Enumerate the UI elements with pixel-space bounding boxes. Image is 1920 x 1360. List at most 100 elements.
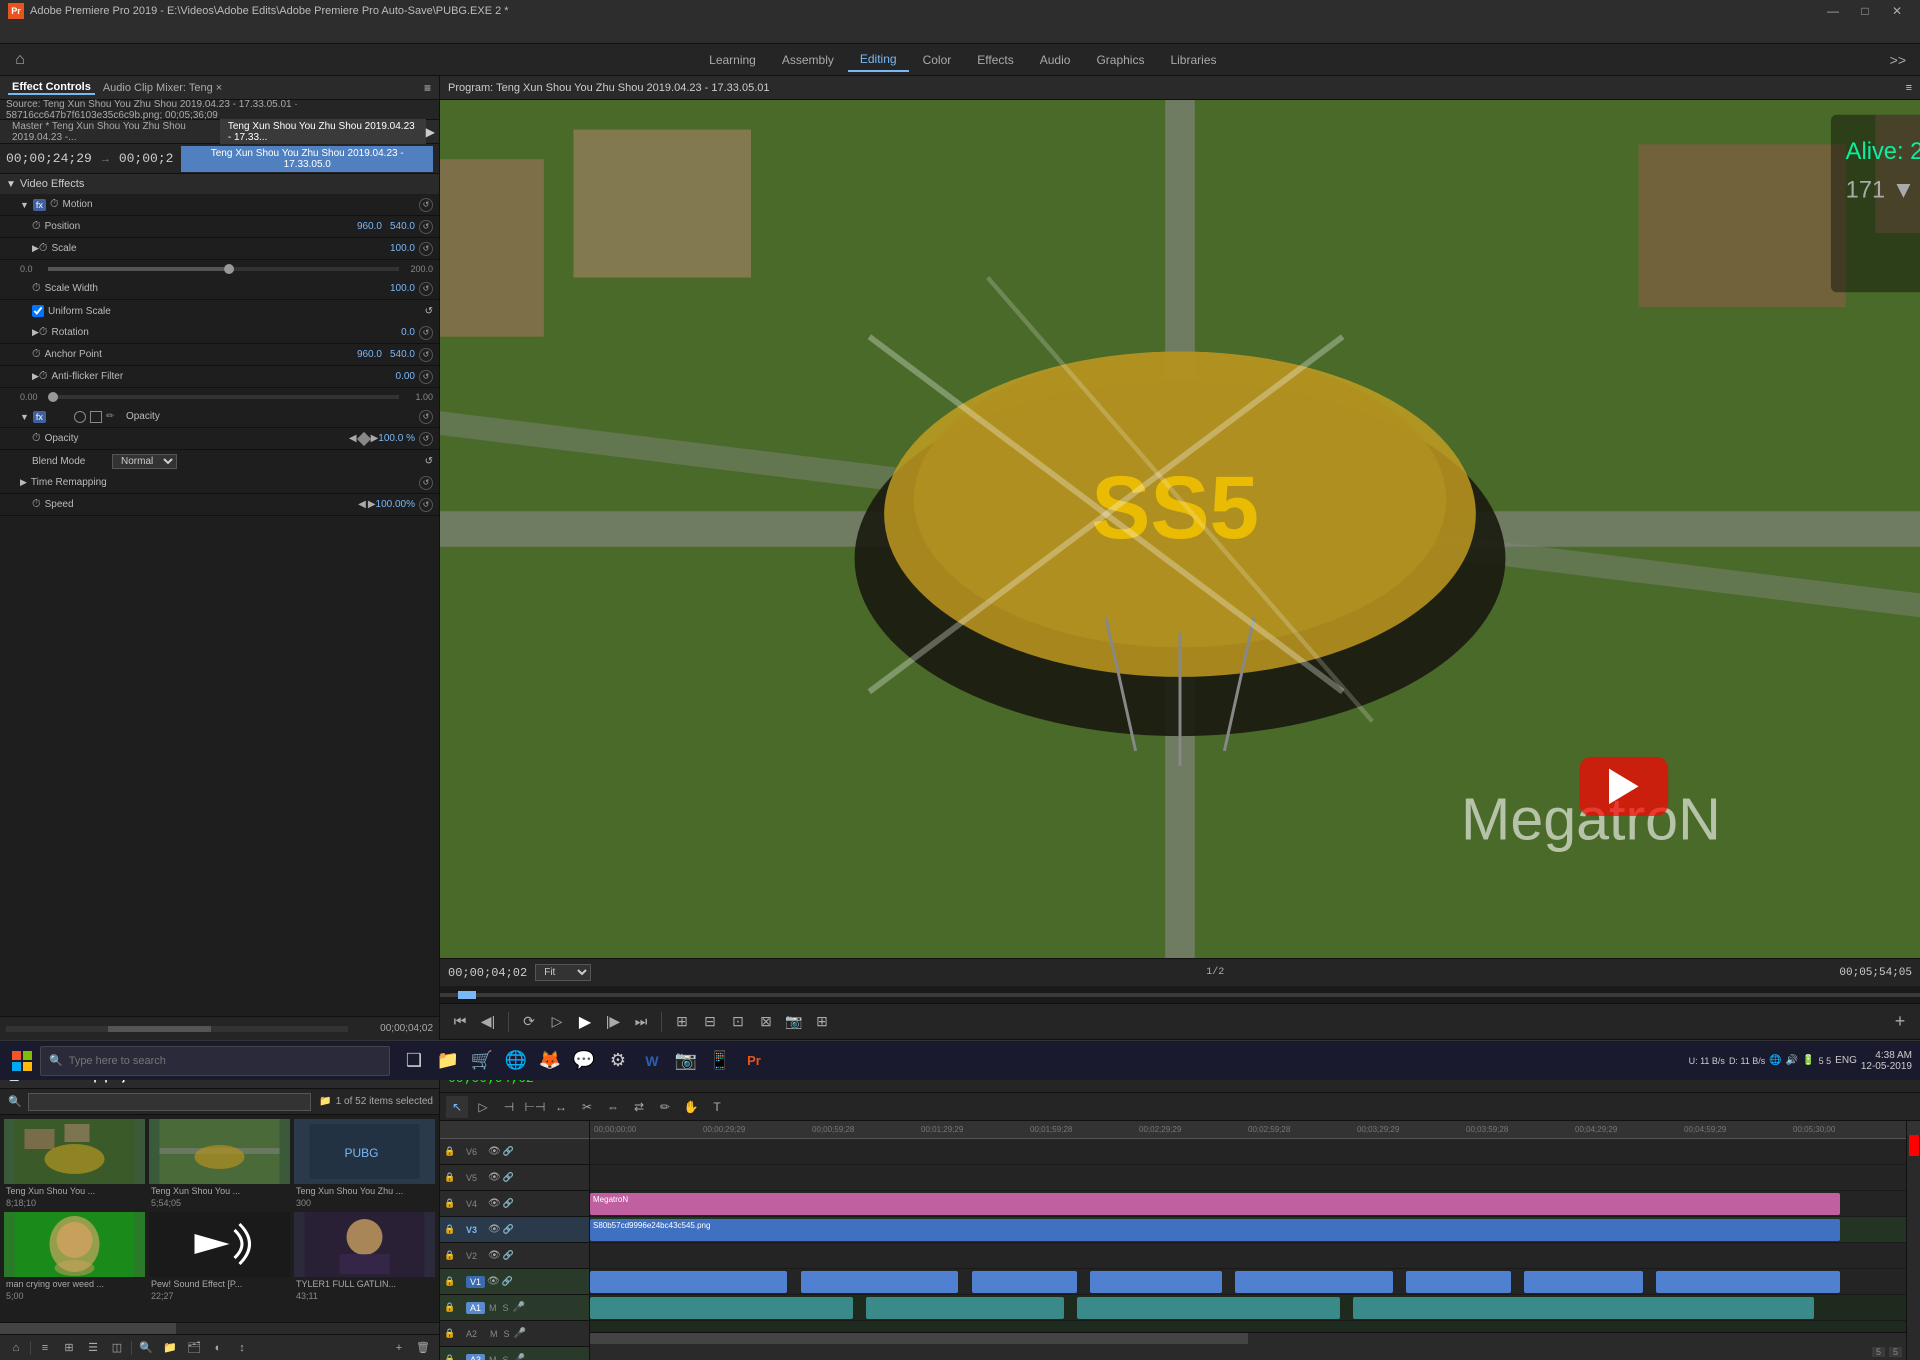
- clip-a1-1[interactable]: [590, 1297, 853, 1319]
- opacity-kf-next[interactable]: ▶: [371, 433, 379, 444]
- scale-thumb[interactable]: [224, 264, 234, 274]
- v1-lock[interactable]: 🔒: [444, 1276, 464, 1287]
- v6-label[interactable]: V6: [466, 1147, 486, 1157]
- opacity-kf-diamond[interactable]: [357, 431, 371, 445]
- scale-stopwatch[interactable]: ⏱: [39, 242, 48, 255]
- anchor-stopwatch[interactable]: ⏱: [32, 348, 41, 361]
- rotation-reset[interactable]: ↺: [419, 326, 433, 340]
- anti-flicker-stopwatch[interactable]: ⏱: [39, 370, 48, 383]
- clip-image[interactable]: S80b57cd9996e24bc43c545.png: [590, 1219, 1840, 1241]
- project-search-input[interactable]: [28, 1093, 311, 1111]
- nav-graphics[interactable]: Graphics: [1084, 49, 1156, 71]
- tray-network-icon[interactable]: 🌐: [1769, 1055, 1781, 1066]
- timecode-in[interactable]: 00;00;24;29: [6, 151, 92, 166]
- tab-audio-clip-mixer[interactable]: Audio Clip Mixer: Teng ×: [95, 82, 230, 94]
- tab-effect-controls[interactable]: Effect Controls: [8, 81, 95, 95]
- scrubber-playhead[interactable]: [458, 991, 476, 999]
- a2-label[interactable]: A2: [466, 1329, 486, 1339]
- clip-a1-4[interactable]: [1353, 1297, 1814, 1319]
- nav-more-icon[interactable]: >>: [1884, 52, 1912, 68]
- proj-search-icon[interactable]: 🔍: [6, 1093, 24, 1111]
- timeline-scrollbar-h[interactable]: [590, 1332, 1906, 1344]
- v5-label[interactable]: V5: [466, 1173, 486, 1183]
- tray-clock[interactable]: 4:38 AM 12-05-2019: [1861, 1050, 1912, 1072]
- video-effects-header[interactable]: ▼ Video Effects: [0, 174, 439, 194]
- project-scroll-handle[interactable]: [0, 1323, 176, 1334]
- taskbar-camera[interactable]: 📷: [670, 1041, 702, 1081]
- minimize-button[interactable]: —: [1818, 0, 1848, 22]
- v3-eye[interactable]: 👁: [488, 1224, 501, 1235]
- speed-kf-prev[interactable]: ◀: [358, 499, 366, 510]
- v1-eye[interactable]: 👁: [487, 1276, 500, 1287]
- scale-value[interactable]: 100.0: [390, 243, 415, 254]
- v2-lock[interactable]: 🔒: [444, 1250, 464, 1261]
- maximize-button[interactable]: □: [1850, 0, 1880, 22]
- tl-hand-tool[interactable]: ✋: [680, 1096, 702, 1118]
- taskbar-word[interactable]: W: [636, 1041, 668, 1081]
- a1-solo[interactable]: S: [501, 1303, 511, 1313]
- a2-lock[interactable]: 🔒: [444, 1328, 464, 1339]
- nav-learning[interactable]: Learning: [697, 49, 768, 71]
- taskbar-edge[interactable]: 🌐: [500, 1041, 532, 1081]
- master-tab[interactable]: Master * Teng Xun Shou You Zhu Shou 2019…: [4, 119, 220, 145]
- clip-v1-7[interactable]: [1524, 1271, 1642, 1293]
- a3-mic[interactable]: 🎤: [513, 1354, 525, 1360]
- opacity-pen-tool[interactable]: ✏: [106, 411, 118, 423]
- transport-lift[interactable]: ⊡: [726, 1010, 750, 1034]
- timecode-out[interactable]: 00;00;2: [119, 151, 174, 166]
- tl-slide-tool[interactable]: ⇄: [628, 1096, 650, 1118]
- proj-grid-view[interactable]: ⊞: [59, 1338, 79, 1358]
- scale-width-reset[interactable]: ↺: [419, 282, 433, 296]
- uniform-scale-checkbox[interactable]: [32, 305, 44, 317]
- program-current-timecode[interactable]: 00;00;04;02: [448, 966, 527, 980]
- anti-flicker-slider[interactable]: [48, 395, 399, 399]
- nav-assembly[interactable]: Assembly: [770, 49, 846, 71]
- proj-zoom-thumb[interactable]: ◐: [208, 1338, 228, 1358]
- clip-v1-1[interactable]: [590, 1271, 787, 1293]
- position-stopwatch[interactable]: ⏱: [32, 220, 41, 233]
- v4-sync[interactable]: 🔗: [503, 1198, 514, 1209]
- nav-libraries[interactable]: Libraries: [1158, 49, 1228, 71]
- transport-mark-frame[interactable]: 📷: [782, 1010, 806, 1034]
- tl-track-select-tool[interactable]: ▷: [472, 1096, 494, 1118]
- speed-kf-next[interactable]: ▶: [368, 499, 376, 510]
- v5-eye[interactable]: 👁: [488, 1172, 501, 1183]
- a1-mute[interactable]: M: [487, 1303, 499, 1313]
- motion-stopwatch[interactable]: ⏱: [50, 198, 59, 211]
- anchor-y[interactable]: 540.0: [390, 349, 415, 360]
- taskbar-premiere[interactable]: Pr: [738, 1041, 770, 1081]
- anchor-x[interactable]: 960.0: [357, 349, 382, 360]
- a3-mute[interactable]: M: [487, 1355, 499, 1360]
- opacity-circle-tool[interactable]: [74, 411, 86, 423]
- project-scrollbar[interactable]: [0, 1322, 439, 1334]
- clip-megatron[interactable]: MegatroN: [590, 1193, 1840, 1215]
- anti-flicker-arrow[interactable]: ▶: [32, 371, 39, 382]
- proj-home-btn[interactable]: ⌂: [6, 1338, 26, 1358]
- time-remap-reset[interactable]: ↺: [419, 476, 433, 490]
- tl-selection-tool[interactable]: ↖: [446, 1096, 468, 1118]
- media-item-1[interactable]: Teng Xun Shou You ... 8;18;10: [4, 1119, 145, 1208]
- a3-lock[interactable]: 🔒: [444, 1354, 464, 1360]
- scrubber-track[interactable]: [440, 993, 1920, 997]
- opacity-section-reset[interactable]: ↺: [419, 410, 433, 424]
- taskbar-task-view[interactable]: ❑: [398, 1041, 430, 1081]
- nav-color[interactable]: Color: [911, 49, 964, 71]
- media-item-3[interactable]: PUBG Teng Xun Shou You Zhu ... 300: [294, 1119, 435, 1208]
- taskbar-search-input[interactable]: [69, 1055, 381, 1067]
- position-x[interactable]: 960.0: [357, 221, 382, 232]
- opacity-reset[interactable]: ↺: [419, 432, 433, 446]
- anti-flicker-thumb[interactable]: [48, 392, 58, 402]
- a2-mute[interactable]: M: [488, 1329, 500, 1339]
- time-remap-arrow[interactable]: ▶: [20, 477, 27, 488]
- blend-mode-reset[interactable]: ↺: [425, 456, 433, 467]
- close-button[interactable]: ✕: [1882, 0, 1912, 22]
- proj-freeform-view[interactable]: ◫: [107, 1338, 127, 1358]
- v2-sync[interactable]: 🔗: [503, 1250, 514, 1261]
- v5-sync[interactable]: 🔗: [503, 1172, 514, 1183]
- media-item-6[interactable]: TYLER1 FULL GATLIN... 43;11: [294, 1212, 435, 1301]
- taskbar-settings[interactable]: ⚙: [602, 1041, 634, 1081]
- proj-new-folder[interactable]: 📁: [160, 1338, 180, 1358]
- uniform-scale-reset[interactable]: ↺: [425, 306, 433, 317]
- scale-arrow[interactable]: ▶: [32, 243, 39, 254]
- clip-v1-4[interactable]: [1090, 1271, 1222, 1293]
